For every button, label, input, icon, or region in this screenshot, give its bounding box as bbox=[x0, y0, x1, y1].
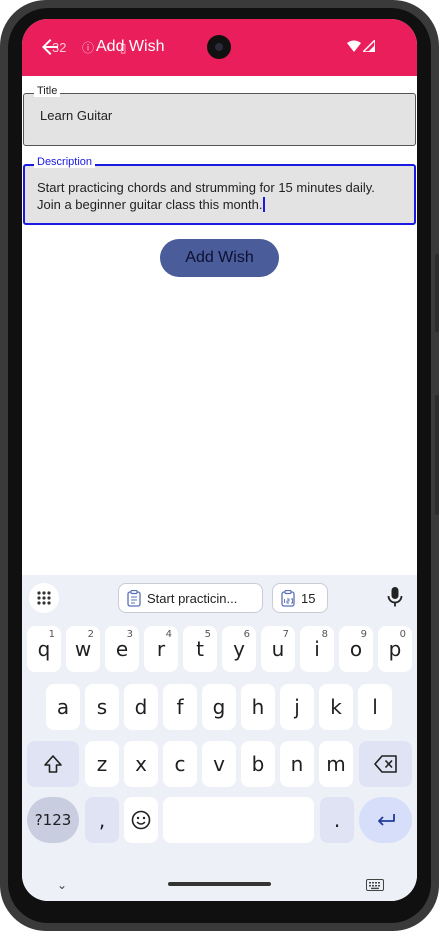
enter-return-icon bbox=[377, 814, 395, 826]
text-cursor bbox=[263, 197, 266, 212]
shift-arrow-icon bbox=[44, 755, 62, 773]
comma-key[interactable]: , bbox=[85, 797, 119, 843]
key-i[interactable]: i8 bbox=[300, 626, 334, 672]
wifi-icon bbox=[347, 40, 361, 52]
key-k[interactable]: k bbox=[319, 684, 353, 730]
clipboard-suggestion-label: Start practicin... bbox=[147, 590, 238, 606]
symbols-key[interactable]: ?123 bbox=[27, 797, 79, 843]
enter-key[interactable] bbox=[359, 797, 412, 843]
key-d[interactable]: d bbox=[124, 684, 158, 730]
grid-dots-icon[interactable] bbox=[29, 583, 59, 613]
key-l[interactable]: l bbox=[358, 684, 392, 730]
emoji-key[interactable] bbox=[124, 797, 158, 843]
key-h[interactable]: h bbox=[241, 684, 275, 730]
backspace-icon bbox=[373, 755, 397, 773]
clipboard-numbers-icon bbox=[281, 589, 295, 607]
key-g[interactable]: g bbox=[202, 684, 236, 730]
key-y[interactable]: y6 bbox=[222, 626, 256, 672]
app-bar: 32 ⓘ ◔ ▯ Add Wish bbox=[22, 19, 417, 76]
key-q[interactable]: q1 bbox=[27, 626, 61, 672]
key-v[interactable]: v bbox=[202, 741, 236, 787]
title-value[interactable]: Learn Guitar bbox=[40, 108, 112, 123]
clipboard-suggestion-chip[interactable]: Start practicin... bbox=[118, 583, 263, 613]
space-key[interactable] bbox=[163, 797, 314, 843]
power-button bbox=[435, 395, 439, 515]
key-z[interactable]: z bbox=[85, 741, 119, 787]
key-f[interactable]: f bbox=[163, 684, 197, 730]
title-label: Title bbox=[34, 85, 61, 97]
smiley-icon bbox=[131, 810, 151, 830]
microphone-icon[interactable] bbox=[386, 586, 404, 608]
page-title: Add Wish bbox=[96, 38, 165, 55]
soft-keyboard: Start practicin... 15 q1 w2 e3 r4 t5 y6 bbox=[22, 575, 417, 901]
clipboard-number-chip[interactable]: 15 bbox=[272, 583, 328, 613]
signal-icon bbox=[363, 40, 375, 52]
key-w[interactable]: w2 bbox=[66, 626, 100, 672]
key-r[interactable]: r4 bbox=[144, 626, 178, 672]
home-gesture-pill[interactable] bbox=[168, 882, 271, 886]
screen: 32 ⓘ ◔ ▯ Add Wish Title Learn Guitar Des… bbox=[22, 19, 417, 901]
chevron-down-icon[interactable]: ⌄ bbox=[57, 878, 67, 892]
key-s[interactable]: s bbox=[85, 684, 119, 730]
description-label: Description bbox=[34, 156, 96, 168]
volume-button bbox=[435, 254, 439, 332]
keyboard-icon[interactable] bbox=[366, 879, 384, 891]
key-x[interactable]: x bbox=[124, 741, 158, 787]
key-n[interactable]: n bbox=[280, 741, 314, 787]
backspace-key[interactable] bbox=[359, 741, 412, 787]
key-e[interactable]: e3 bbox=[105, 626, 139, 672]
description-text: Start practicing chords and strumming fo… bbox=[37, 180, 375, 212]
keyboard-toolbar: Start practicin... 15 bbox=[22, 575, 417, 621]
front-camera bbox=[207, 35, 231, 59]
key-o[interactable]: o9 bbox=[339, 626, 373, 672]
key-p[interactable]: p0 bbox=[378, 626, 412, 672]
key-c[interactable]: c bbox=[163, 741, 197, 787]
key-j[interactable]: j bbox=[280, 684, 314, 730]
clipboard-icon bbox=[127, 589, 141, 607]
key-b[interactable]: b bbox=[241, 741, 275, 787]
key-t[interactable]: t5 bbox=[183, 626, 217, 672]
period-key[interactable]: . bbox=[320, 797, 354, 843]
add-wish-button[interactable]: Add Wish bbox=[160, 239, 279, 277]
description-value[interactable]: Start practicing chords and strumming fo… bbox=[37, 179, 402, 213]
arrow-left-icon[interactable] bbox=[38, 35, 62, 59]
key-a[interactable]: a bbox=[46, 684, 80, 730]
shift-key[interactable] bbox=[27, 741, 79, 787]
key-m[interactable]: m bbox=[319, 741, 353, 787]
key-u[interactable]: u7 bbox=[261, 626, 295, 672]
clipboard-number-label: 15 bbox=[301, 590, 316, 606]
system-nav-bar: ⌄ bbox=[22, 865, 417, 901]
